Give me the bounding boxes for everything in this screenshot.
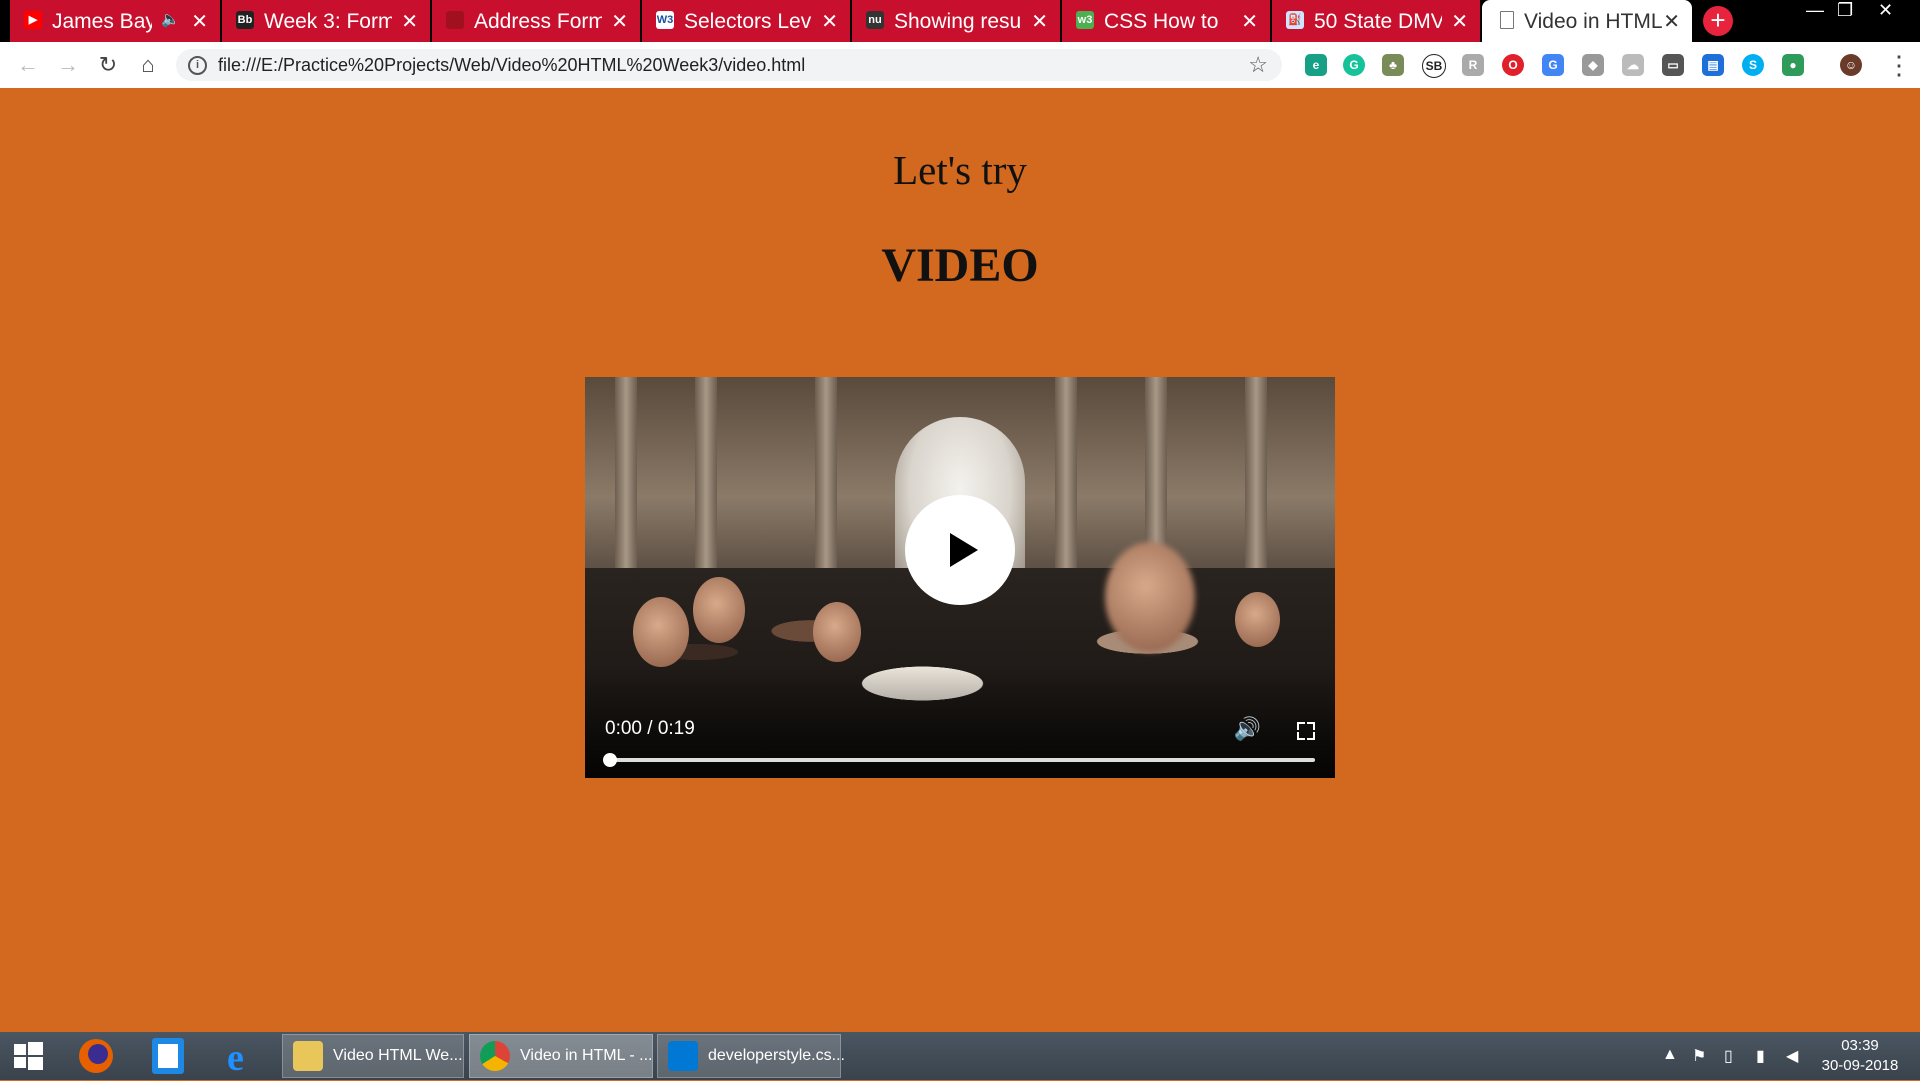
taskbar-window-vscode[interactable]: developerstyle.cs... (657, 1034, 845, 1078)
close-icon[interactable]: ✕ (401, 9, 418, 34)
tab-title: James Bay (52, 10, 152, 33)
w3c-icon: W3 (656, 11, 674, 29)
touch-app-icon[interactable] (140, 1036, 196, 1076)
action-center-flag-icon[interactable]: ⚑ (1692, 1046, 1706, 1066)
system-clock[interactable]: 03:39 30-09-2018 (1812, 1036, 1908, 1076)
tab-title: Selectors Level (684, 10, 812, 33)
tab-50-state-dmv[interactable]: ⛽ 50 State DMV ✕ (1272, 0, 1480, 42)
video-player[interactable]: 0:00 / 0:19 🔊 (585, 377, 1335, 778)
taskbar-window-chrome[interactable]: Video in HTML - ... (469, 1034, 653, 1078)
tab-james-bay[interactable]: ▶ James Bay 🔈 ✕ (10, 0, 220, 42)
info-icon[interactable]: i (188, 56, 207, 75)
chrome-icon (480, 1041, 510, 1071)
nu-validator-icon: nu (866, 11, 884, 29)
skype-icon[interactable]: S (1742, 54, 1764, 76)
close-icon[interactable]: ✕ (1031, 9, 1048, 34)
restore-icon[interactable]: ❐ (1837, 0, 1853, 21)
w3schools-icon: w3 (1076, 11, 1094, 29)
tab-title: Video in HTML (1524, 10, 1663, 33)
tab-css-how-to[interactable]: w3 CSS How to ✕ (1062, 0, 1270, 42)
form-icon (446, 11, 464, 29)
windows-start-icon[interactable] (0, 1036, 56, 1076)
tab-title: Week 3: Forms (264, 10, 392, 33)
svg-text:e: e (227, 1037, 244, 1076)
seek-thumb[interactable] (603, 753, 617, 767)
youtube-icon: ▶ (24, 11, 42, 29)
seek-bar[interactable] (603, 753, 1315, 767)
taskbar-window-label: developerstyle.cs... (708, 1047, 845, 1064)
tab-showing-result[interactable]: nu Showing result ✕ (852, 0, 1060, 42)
tab-video-in-html[interactable]: Video in HTML ✕ (1482, 0, 1692, 42)
close-window-icon[interactable]: ✕ (1878, 0, 1893, 21)
file-icon (1500, 11, 1514, 29)
dmv-icon: ⛽ (1286, 11, 1304, 29)
play-button[interactable] (905, 495, 1015, 605)
internet-explorer-icon[interactable]: e (213, 1036, 269, 1079)
reload-icon[interactable]: ↻ (94, 51, 122, 79)
extension-icon-1[interactable]: e (1305, 54, 1327, 76)
taskbar-window-explorer[interactable]: Video HTML We... (282, 1034, 464, 1078)
clock-time: 03:39 (1841, 1037, 1879, 1054)
volume-icon[interactable]: 🔊 (1234, 716, 1261, 742)
tab-title: Address Form (474, 10, 602, 33)
tab-selectors-level[interactable]: W3 Selectors Level ✕ (642, 0, 850, 42)
sb-extension-icon[interactable]: SB (1422, 54, 1446, 78)
minimize-icon[interactable]: — (1806, 0, 1824, 21)
taskbar-window-label: Video HTML We... (333, 1047, 463, 1064)
profile-avatar[interactable]: ☺ (1840, 54, 1862, 76)
tab-strip: ▶ James Bay 🔈 ✕ Bb Week 3: Forms ✕ Addre… (0, 0, 1920, 42)
close-icon[interactable]: ✕ (821, 9, 838, 34)
translate-icon[interactable]: G (1542, 54, 1564, 76)
close-icon[interactable]: ✕ (1241, 9, 1258, 34)
bookmark-star-icon[interactable]: ☆ (1248, 52, 1268, 78)
new-tab-button[interactable]: + (1703, 6, 1733, 36)
tab-week3-forms[interactable]: Bb Week 3: Forms ✕ (222, 0, 430, 42)
fullscreen-icon[interactable] (1297, 722, 1315, 740)
folder-icon (293, 1041, 323, 1071)
extension-icon-9[interactable]: ☁ (1622, 54, 1644, 76)
tab-title: 50 State DMV (1314, 10, 1442, 33)
blackboard-icon: Bb (236, 11, 254, 29)
home-icon[interactable]: ⌂ (134, 51, 162, 79)
speaker-muted-icon[interactable]: 🔈 (161, 10, 180, 28)
battery-icon[interactable]: ▯ (1724, 1046, 1733, 1066)
tray-expand-icon[interactable]: ▲ (1662, 1046, 1678, 1064)
network-signal-icon[interactable]: ▮ (1756, 1046, 1765, 1066)
taskbar: e Video HTML We... Video in HTML - ... d… (0, 1032, 1920, 1080)
tab-title: Showing result (894, 10, 1022, 33)
page-subtitle: Let's try (893, 147, 1027, 193)
close-icon[interactable]: ✕ (1451, 9, 1468, 34)
close-icon[interactable]: ✕ (191, 9, 208, 34)
url-text[interactable]: file:///E:/Practice%20Projects/Web/Video… (218, 55, 805, 76)
tab-address-form[interactable]: Address Form ✕ (432, 0, 640, 42)
extension-icon-5[interactable]: R (1462, 54, 1484, 76)
back-arrow-icon[interactable]: ← (14, 51, 42, 79)
close-icon[interactable]: ✕ (1663, 9, 1680, 34)
extension-icon-3[interactable]: ♣ (1382, 54, 1404, 76)
speaker-icon[interactable]: ◀ (1786, 1046, 1798, 1066)
page-heading: VIDEO (881, 239, 1039, 292)
menu-dots-icon[interactable]: ⋮ (1886, 50, 1912, 81)
page-body: Let's try VIDEO 0:00 / 0:19 🔊 (0, 88, 1920, 1032)
tab-title: CSS How to (1104, 10, 1219, 33)
clock-date: 30-09-2018 (1821, 1057, 1899, 1074)
time-display: 0:00 / 0:19 (605, 718, 695, 739)
grammarly-icon[interactable]: G (1343, 54, 1365, 76)
forward-arrow-icon[interactable]: → (54, 51, 82, 79)
close-icon[interactable]: ✕ (611, 9, 628, 34)
address-bar[interactable]: i file:///E:/Practice%20Projects/Web/Vid… (176, 49, 1282, 81)
firefox-icon[interactable] (68, 1036, 124, 1076)
taskbar-window-label: Video in HTML - ... (520, 1047, 653, 1064)
cast-icon[interactable]: ▭ (1662, 54, 1684, 76)
opera-icon[interactable]: O (1502, 54, 1524, 76)
play-icon (950, 533, 978, 567)
extension-icon-8[interactable]: ◆ (1582, 54, 1604, 76)
extension-icon-13[interactable]: ● (1782, 54, 1804, 76)
browser-toolbar: ← → ↻ ⌂ i file:///E:/Practice%20Projects… (0, 42, 1920, 89)
extension-icon-11[interactable]: ▤ (1702, 54, 1724, 76)
vscode-icon (668, 1041, 698, 1071)
